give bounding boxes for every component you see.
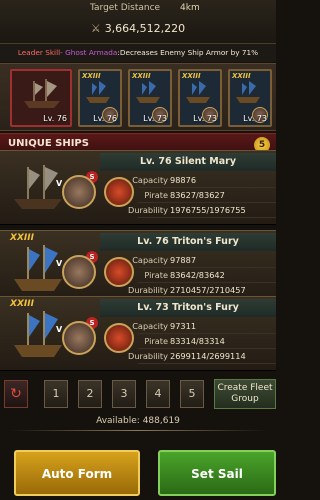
ship-name: Lv. 76 Silent Mary (139, 156, 237, 167)
ship-icon (236, 81, 260, 103)
stat-pirate: Pirate 83642/83642 (138, 268, 276, 283)
stat-value: 1976755/1976755 (170, 205, 246, 215)
fleet-slot-level: Lv. 73 (143, 114, 167, 123)
set-sail-button[interactable]: Set Sail (158, 450, 276, 496)
fleet-slot-flagship[interactable]: Lv. 76 (10, 69, 72, 127)
stat-label: Capacity (132, 175, 168, 185)
crossed-swords-icon: ⚔ (90, 22, 101, 35)
stat-capacity: Capacity 97887 (132, 253, 276, 268)
leader-skill: Leader Skill- Ghost Armada:Decreases Ene… (0, 44, 276, 62)
fleet-slot-level: Lv. 76 (93, 114, 117, 123)
stat-value: 2699114/2699114 (170, 351, 246, 361)
stat-capacity: Capacity 97311 (132, 319, 276, 334)
fleet-group-1-button[interactable]: 1 (44, 380, 68, 408)
captain-portrait-icon (62, 175, 96, 209)
stat-value: 2710457/2710457 (170, 285, 246, 295)
ship-icon (136, 81, 160, 103)
create-fleet-group-button[interactable]: Create Fleet Group (214, 379, 276, 409)
captain-portrait-icon (62, 321, 96, 355)
stat-label: Pirate (144, 270, 168, 280)
stat-value: 83642/83642 (170, 270, 225, 280)
stat-label: Durability (128, 205, 168, 215)
ship-name-bar: Lv. 73 Triton's Fury (100, 299, 276, 317)
fleet-slot-level: Lv. 73 (193, 114, 217, 123)
fleet-power: ⚔ 3,664,512,220 (0, 22, 276, 35)
fleet-group-3-button[interactable]: 3 (112, 380, 136, 408)
rank-badge: V (56, 325, 63, 334)
fleet-group-2-button[interactable]: 2 (78, 380, 102, 408)
stat-label: Capacity (132, 255, 168, 265)
stat-value: 97311 (170, 321, 197, 331)
stat-value: 98876 (170, 175, 197, 185)
stat-label: Capacity (132, 321, 168, 331)
ship-stats: Capacity 97887 Pirate 83642/83642 Durabi… (128, 253, 276, 298)
fleet-group-5-button[interactable]: 5 (180, 380, 204, 408)
stat-capacity: Capacity 98876 (132, 173, 276, 188)
ghost-ship-icon (24, 79, 60, 108)
ship-stats: Capacity 98876 Pirate 83627/83627 Durabi… (128, 173, 276, 218)
parrot-icon (104, 323, 134, 353)
parrot-icon (104, 257, 134, 287)
stat-label: Pirate (144, 336, 168, 346)
stat-value: 97887 (170, 255, 197, 265)
stat-value: 83627/83627 (170, 190, 225, 200)
fleet-slot-4[interactable]: XXIII Lv. 73 (178, 69, 222, 127)
fleet-group-nav: ↻ 1 2 3 4 5 Create Fleet Group (0, 378, 276, 410)
stat-pirate: Pirate 83627/83627 (138, 188, 276, 203)
divider (10, 430, 266, 431)
ship-name: Lv. 73 Triton's Fury (137, 302, 239, 313)
stat-pirate: Pirate 83314/83314 (138, 334, 276, 349)
available-count: Available: 488,619 (96, 416, 180, 426)
ship-card[interactable]: Lv. 76 Silent Mary V S Capacity 98876 Pi… (0, 150, 276, 225)
target-distance-label: Target Distance (90, 3, 161, 13)
stat-label: Durability (128, 351, 168, 361)
fleet-slot-level: Lv. 73 (243, 114, 267, 123)
captain-portrait-icon (62, 255, 96, 289)
stat-label: Pirate (144, 190, 168, 200)
ship-card[interactable]: XXIII Lv. 73 Triton's Fury V S Capacity … (0, 296, 276, 371)
fleet-slot-3[interactable]: XXIII Lv. 73 (128, 69, 172, 127)
fleet-power-value: 3,664,512,220 (104, 22, 186, 35)
rank-badge: V (56, 259, 63, 268)
auto-form-button[interactable]: Auto Form (14, 450, 140, 496)
stat-value: 83314/83314 (170, 336, 225, 346)
ship-name-bar: Lv. 76 Triton's Fury (100, 233, 276, 251)
ship-icon (14, 245, 62, 291)
ship-name-bar: Lv. 76 Silent Mary (100, 153, 276, 171)
leader-skill-description: :Decreases Enemy Ship Armor by 71% (117, 48, 259, 57)
target-distance-value: 4km (180, 3, 200, 13)
ship-icon (86, 81, 110, 103)
fleet-slot-2[interactable]: XXIII Lv. 76 (78, 69, 122, 127)
leader-skill-name: - Ghost Armada (60, 48, 118, 57)
fleet-slot-level: Lv. 76 (43, 114, 67, 123)
stat-durability: Durability 2699114/2699114 (128, 349, 276, 364)
stat-durability: Durability 1976755/1976755 (128, 203, 276, 218)
parrot-icon (104, 177, 134, 207)
ghost-ship-icon (14, 165, 62, 209)
stat-label: Durability (128, 285, 168, 295)
rank-badge: V (56, 179, 63, 188)
ship-icon (186, 81, 210, 103)
fleet-slots: Lv. 76 XXIII Lv. 76 XXIII Lv. 73 XXIII L… (0, 63, 276, 131)
leader-skill-label: Leader Skill (17, 48, 61, 57)
fleet-slot-5[interactable]: XXIII Lv. 73 (228, 69, 272, 127)
fleet-group-4-button[interactable]: 4 (146, 380, 170, 408)
ship-icon (14, 311, 62, 357)
unique-ships-title: UNIQUE SHIPS (8, 138, 89, 149)
reset-icon[interactable]: ↻ (4, 380, 28, 408)
ship-stats: Capacity 97311 Pirate 83314/83314 Durabi… (128, 319, 276, 364)
ship-card[interactable]: XXIII Lv. 76 Triton's Fury V S Capacity … (0, 230, 276, 305)
top-bar: Target Distance 4km ⚔ 3,664,512,220 (0, 0, 276, 44)
ship-name: Lv. 76 Triton's Fury (137, 236, 239, 247)
